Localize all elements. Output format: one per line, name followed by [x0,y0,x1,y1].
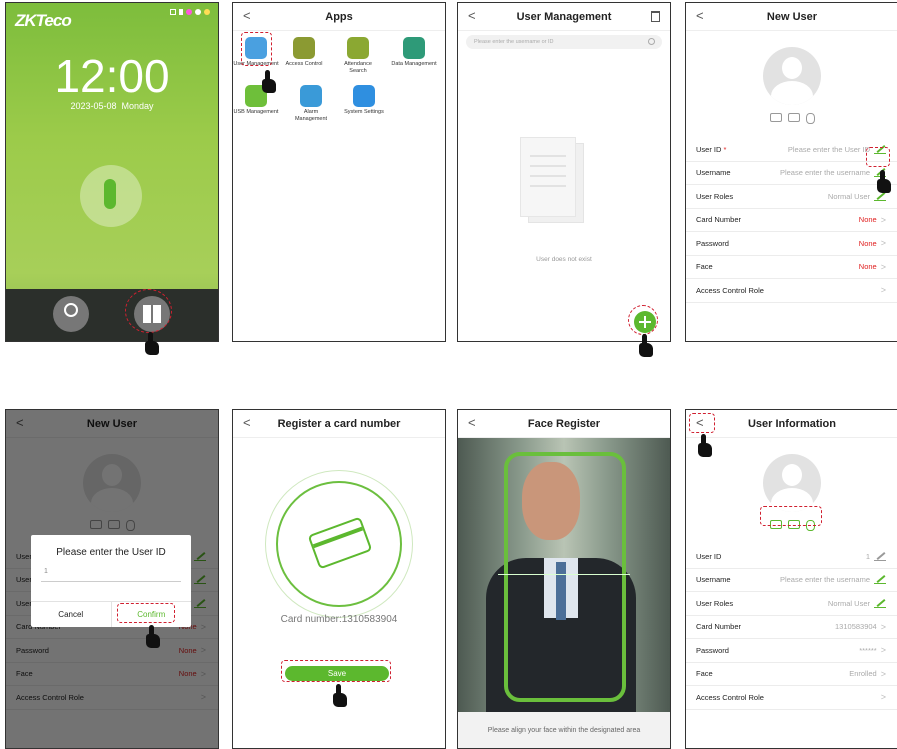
face-frame [504,452,626,702]
bottom-dock [6,289,218,341]
user-management-screen: < User Management Please enter the userna… [457,2,671,342]
back-icon[interactable]: < [243,8,251,23]
finger-touch-icon [104,179,116,209]
trash-icon[interactable] [651,11,660,22]
logo: ZKTeco [15,11,72,30]
row-access-control-role[interactable]: Access Control Role> [686,279,897,303]
hand-pointer-icon [145,332,159,356]
back-icon[interactable]: < [468,8,476,23]
save-highlight [281,660,391,682]
row-card-number[interactable]: Card Number 1310583904 > [686,616,897,639]
row-face[interactable]: Face Enrolled > [686,663,897,686]
status-icons [170,9,210,15]
row-user-id[interactable]: User ID 1 [686,545,897,569]
user-management-highlight [241,32,272,66]
user-button[interactable] [53,296,89,332]
face-register-screen: < Face Register Please align your face wi… [457,409,671,749]
edit-icon [874,599,886,608]
avatar [686,47,897,105]
password-icon [787,113,800,122]
hand-pointer-icon [877,170,891,194]
confirm-highlight [117,603,175,623]
empty-illustration [516,135,596,235]
row-user-roles[interactable]: User Roles Normal User [686,592,897,616]
gear-icon [353,85,375,107]
chevron-right-icon: > [880,645,886,656]
hand-pointer-icon [639,334,653,358]
card-number-text: Card number:1310583904 [280,614,398,625]
person-icon [64,303,78,317]
edit-icon [874,552,886,561]
app-system-settings[interactable]: System Settings [341,85,387,116]
chevron-right-icon: > [880,692,886,703]
clock: 12:00 [54,50,170,102]
back-icon[interactable]: < [468,415,476,430]
dialog-title: Please enter the User ID [56,547,166,558]
chevron-right-icon: > [880,238,886,249]
edit-icon [874,575,886,585]
face-hint: Please align your face within the design… [458,712,670,748]
page-title: Register a card number [277,417,401,430]
add-button-highlight [628,305,658,335]
new-user-screen: < New User User ID * Please enter the User… [685,2,897,342]
app-data-management[interactable]: Data Management [391,37,437,68]
door-icon [293,37,315,59]
lock-screen: ZKTeco 12:00 2023-05-08 Monday [5,2,219,342]
touch-button[interactable] [80,165,142,227]
credentials-highlight [760,506,822,526]
card-icon [769,113,782,122]
document-search-icon [347,37,369,59]
row-password[interactable]: Password ****** > [686,639,897,663]
camera-preview [458,438,670,712]
new-user-dialog-screen: <New User User ID Username User Roles Ca… [5,409,219,749]
page-title: Face Register [527,417,601,430]
chevron-right-icon: > [880,668,886,679]
search-input[interactable]: Please enter the username or ID [466,35,662,49]
hand-pointer-icon [262,70,276,94]
hand-pointer-icon [146,625,160,649]
chevron-right-icon: > [880,261,886,272]
menu-highlight [125,289,172,333]
database-icon [403,37,425,59]
user-id-edit-highlight [866,147,890,167]
back-highlight [689,413,715,433]
page-title: User Management [516,10,612,23]
row-access-control-role[interactable]: Access Control Role> [686,686,897,710]
row-face[interactable]: FaceNone> [686,256,897,279]
credential-icons [686,113,897,124]
face-icon [805,113,815,124]
hand-pointer-icon [698,434,712,458]
row-username[interactable]: Username Please enter the username [686,162,897,185]
cancel-button[interactable]: Cancel [31,602,112,627]
search-icon [648,38,655,45]
app-alarm-management[interactable]: Alarm Management [288,85,334,122]
clock-icon [300,85,322,107]
row-user-roles[interactable]: User Roles Normal User [686,185,897,209]
page-title: User Information [747,417,836,430]
user-information-screen: < User Information User ID 1 Username Pleas… [685,409,897,749]
page-title: New User [766,10,818,23]
app-attendance-search[interactable]: Attendance Search [335,37,381,74]
chevron-right-icon: > [880,285,886,296]
card-scan-ring [265,470,413,618]
row-password[interactable]: PasswordNone> [686,232,897,256]
back-icon[interactable]: < [243,415,251,430]
row-card-number[interactable]: Card NumberNone> [686,209,897,232]
page-title: Apps [325,10,353,23]
hand-pointer-icon [333,684,347,708]
chevron-right-icon: > [880,621,886,632]
scan-line [498,574,630,575]
back-icon[interactable]: < [696,8,704,23]
empty-text: User does not exist [536,256,592,263]
date: 2023-05-08 Monday [70,101,154,111]
row-username[interactable]: Username Please enter the username [686,569,897,592]
avatar [686,454,897,512]
user-id-input[interactable]: 1 [41,568,181,582]
app-access-control[interactable]: Access Control [281,37,327,68]
chevron-right-icon: > [880,214,886,225]
